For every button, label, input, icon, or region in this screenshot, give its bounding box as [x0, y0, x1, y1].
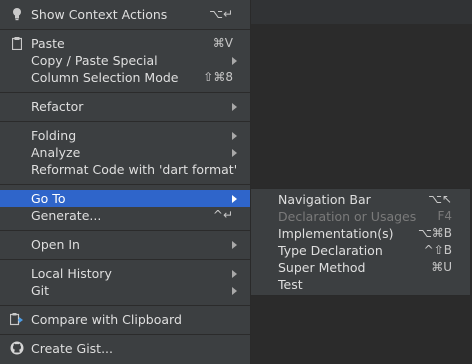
submenu-item-shortcut: ⌥⌘B [417, 226, 452, 240]
submenu-item-label: Test [278, 277, 303, 292]
menu-item-create-gist[interactable]: Create Gist... [0, 340, 250, 357]
submenu-item-label: Super Method [278, 260, 366, 275]
menu-separator [0, 121, 250, 122]
menu-item-label: Folding [31, 128, 77, 143]
menu-separator [0, 305, 250, 306]
menu-item-generate[interactable]: Generate... ^↵ [0, 207, 250, 224]
menu-item-shortcut: ⌘V [212, 36, 233, 50]
menu-item-show-context-actions[interactable]: Show Context Actions ⌥↵ [0, 6, 250, 23]
submenu-item-test[interactable]: Test [251, 276, 470, 293]
menu-item-label: Open In [31, 237, 80, 252]
submenu-arrow-icon [232, 149, 237, 157]
menu-item-label: Refactor [31, 99, 84, 114]
submenu-arrow-icon [232, 270, 237, 278]
submenu-arrow-icon [232, 132, 237, 140]
menu-separator [0, 184, 250, 185]
menu-item-shortcut: ^↵ [212, 208, 233, 222]
submenu-item-shortcut: ^⇧B [423, 243, 452, 257]
github-icon [9, 340, 25, 357]
menu-item-compare-clipboard[interactable]: Compare with Clipboard [0, 311, 250, 328]
menu-item-local-history[interactable]: Local History [0, 265, 250, 282]
submenu-item-declaration-usages: Declaration or Usages F4 [251, 208, 470, 225]
menu-item-label: Compare with Clipboard [31, 312, 182, 327]
menu-separator [0, 29, 250, 30]
submenu-item-label: Type Declaration [278, 243, 383, 258]
menu-item-label: Paste [31, 36, 65, 51]
menu-item-column-selection-mode[interactable]: Column Selection Mode ⇧⌘8 [0, 69, 250, 86]
menu-item-label: Local History [31, 266, 112, 281]
menu-separator [0, 334, 250, 335]
submenu-item-label: Implementation(s) [278, 226, 394, 241]
menu-item-label: Analyze [31, 145, 81, 160]
menu-item-label: Show Context Actions [31, 7, 168, 22]
menu-item-label: Column Selection Mode [31, 70, 179, 85]
context-menu: Show Context Actions ⌥↵ Paste ⌘V Copy / … [0, 0, 251, 364]
menu-item-copy-paste-special[interactable]: Copy / Paste Special [0, 52, 250, 69]
menu-item-label: Generate... [31, 208, 102, 223]
clipboard-icon [9, 35, 25, 52]
menu-item-reformat-dart[interactable]: Reformat Code with 'dart format' [0, 161, 250, 178]
menu-item-shortcut: ⇧⌘8 [203, 70, 233, 84]
submenu-arrow-icon [232, 195, 237, 203]
menu-item-analyze[interactable]: Analyze [0, 144, 250, 161]
menu-item-label: Reformat Code with 'dart format' [31, 162, 238, 177]
menu-item-open-in[interactable]: Open In [0, 236, 250, 253]
menu-separator [0, 92, 250, 93]
menu-separator [0, 259, 250, 260]
menu-item-go-to[interactable]: Go To [0, 190, 250, 207]
menu-item-label: Go To [31, 191, 66, 206]
submenu-item-shortcut: ⌥↖ [428, 192, 452, 206]
menu-item-label: Create Gist... [31, 341, 114, 356]
submenu-item-shortcut: F4 [437, 209, 452, 223]
submenu-item-implementations[interactable]: Implementation(s) ⌥⌘B [251, 225, 470, 242]
menu-item-git[interactable]: Git [0, 282, 250, 299]
submenu-item-navigation-bar[interactable]: Navigation Bar ⌥↖ [251, 191, 470, 208]
menu-item-shortcut: ⌥↵ [209, 7, 233, 21]
lightbulb-icon [9, 6, 25, 23]
submenu-item-shortcut: ⌘U [431, 260, 452, 274]
menu-item-paste[interactable]: Paste ⌘V [0, 35, 250, 52]
menu-item-folding[interactable]: Folding [0, 127, 250, 144]
submenu-item-label: Declaration or Usages [278, 209, 417, 224]
submenu-item-type-declaration[interactable]: Type Declaration ^⇧B [251, 242, 470, 259]
submenu-item-super-method[interactable]: Super Method ⌘U [251, 259, 470, 276]
submenu-item-label: Navigation Bar [278, 192, 371, 207]
menu-separator [0, 230, 250, 231]
compare-icon [9, 311, 25, 328]
submenu-arrow-icon [232, 57, 237, 65]
submenu-arrow-icon [232, 103, 237, 111]
menu-item-refactor[interactable]: Refactor [0, 98, 250, 115]
submenu-arrow-icon [232, 287, 237, 295]
menu-item-label: Git [31, 283, 50, 298]
menu-item-label: Copy / Paste Special [31, 53, 158, 68]
goto-submenu: Navigation Bar ⌥↖ Declaration or Usages … [251, 188, 471, 296]
submenu-arrow-icon [232, 241, 237, 249]
